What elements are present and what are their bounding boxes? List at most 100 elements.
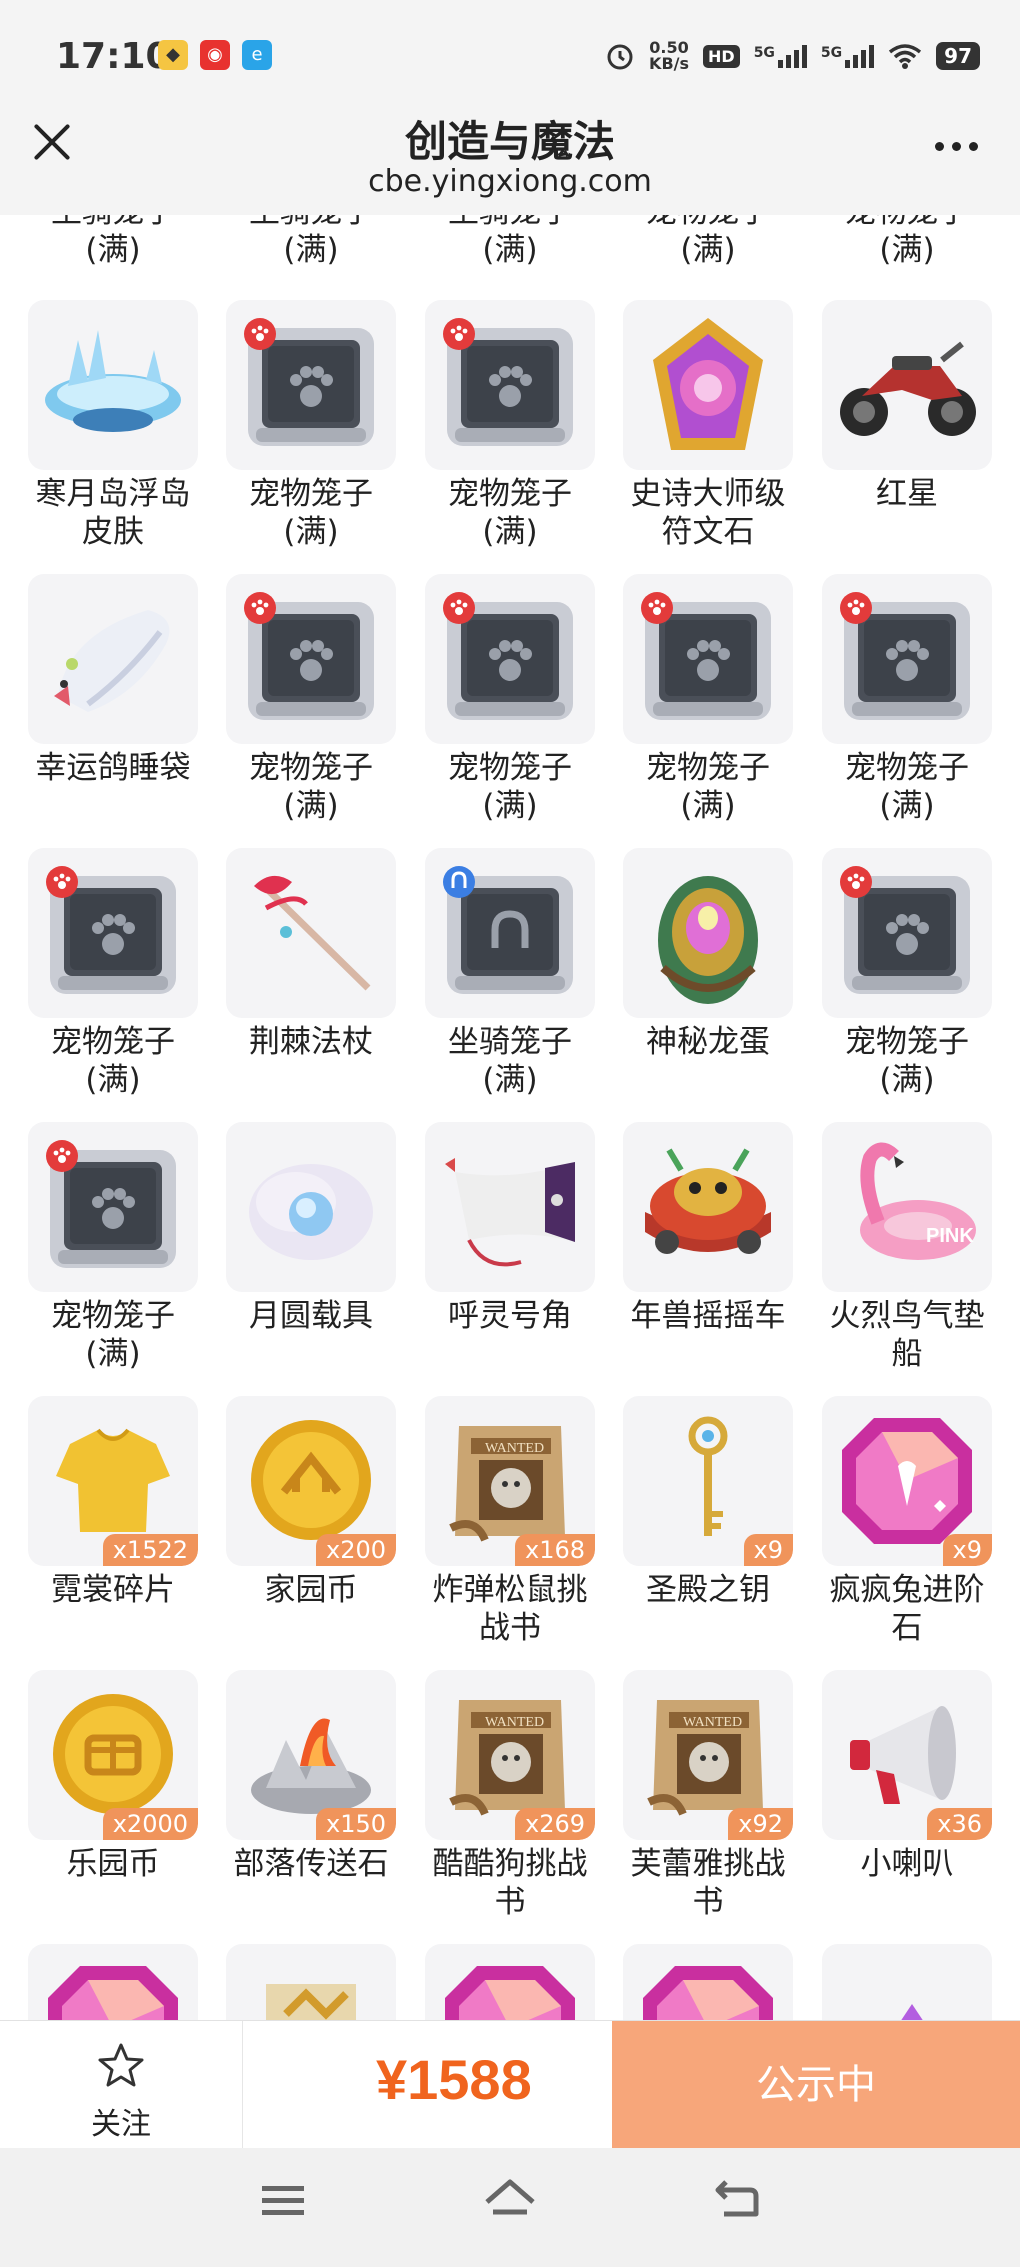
scroll-icon — [266, 1984, 356, 2020]
item-label-line: (满) — [283, 232, 339, 268]
item-label: 酷酷狗挑战书 — [410, 1845, 610, 1921]
item-label: 坐骑笼子(满) — [410, 1023, 610, 1099]
item-label-line: 宠物笼子 — [51, 1298, 175, 1334]
pet-cage-icon — [641, 592, 771, 720]
item-label-line: (满) — [879, 232, 935, 268]
item-label: 炸弹松鼠挑 战书 — [410, 1571, 610, 1647]
item-tile[interactable] — [623, 848, 793, 1018]
item-tile[interactable] — [28, 848, 198, 1018]
speed-unit: KB/s — [649, 54, 690, 73]
item-label-line: (满) — [283, 788, 339, 824]
sim2-label: 5G — [820, 44, 843, 61]
back-icon[interactable] — [712, 2176, 762, 2226]
item-label-line: 小喇叭 — [860, 1846, 954, 1882]
item-tile[interactable] — [822, 300, 992, 470]
item-label-line: 坐骑笼子 — [410, 215, 610, 231]
follow-label: 关注 — [91, 2107, 151, 2142]
mount-cage-icon — [443, 866, 573, 994]
more-options-button[interactable] — [935, 142, 978, 151]
pet-cage-icon — [244, 592, 374, 720]
item-grid-scroll[interactable]: 坐骑笼子(满)坐骑笼子(满)坐骑笼子(满)宠物笼子(满)宠物笼子(满)寒月岛浮岛… — [0, 215, 1020, 2020]
item-label: 乐园币 — [13, 1845, 213, 1883]
item-tile[interactable] — [28, 300, 198, 470]
item-tile[interactable] — [425, 1122, 595, 1292]
item-label: 呼灵号角 — [410, 1297, 610, 1335]
item-label-line: 宠物笼子 — [807, 215, 1007, 231]
item-tile[interactable]: x150 — [226, 1670, 396, 1840]
item-tile[interactable]: x9 — [623, 1396, 793, 1566]
item-label-line: 宠物笼子 — [51, 1024, 175, 1060]
item-label-line: (满) — [283, 514, 339, 550]
public-notice-button[interactable]: 公示中 — [612, 2021, 1020, 2149]
item-tile[interactable] — [226, 300, 396, 470]
item-tile[interactable] — [822, 848, 992, 1018]
page-url: cbe.yingxiong.com — [368, 164, 652, 199]
item-label-line: 家园币 — [264, 1572, 358, 1608]
item-tile[interactable]: WANTED x92 — [623, 1670, 793, 1840]
item-tile[interactable] — [226, 848, 396, 1018]
gem-stone-icon — [445, 1966, 575, 2020]
item-tile[interactable] — [226, 1944, 396, 2020]
rune-stone-icon — [653, 318, 763, 450]
item-label-line: 宠物笼子 — [845, 1024, 969, 1060]
item-label: 坐骑笼子(满) — [410, 215, 610, 269]
item-label-line: 炸弹松鼠挑 — [432, 1572, 588, 1608]
item-label-line: 部落传送石 — [233, 1846, 389, 1882]
quantity-badge: x2000 — [102, 1808, 198, 1840]
item-tile[interactable]: WANTED x269 — [425, 1670, 595, 1840]
item-tile[interactable] — [425, 848, 595, 1018]
follow-button[interactable]: 关注 — [0, 2021, 243, 2149]
item-tile[interactable]: x1522 — [28, 1396, 198, 1566]
item-tile[interactable]: WANTED x168 — [425, 1396, 595, 1566]
item-tile[interactable] — [822, 574, 992, 744]
quantity-badge: x36 — [927, 1808, 992, 1840]
item-label: 宠物笼子(满) — [410, 475, 610, 551]
item-tile[interactable]: x200 — [226, 1396, 396, 1566]
wifi-icon — [889, 44, 922, 69]
item-label-line: 坐骑笼子 — [211, 215, 411, 231]
pet-cage-icon — [443, 318, 573, 446]
item-label: 宠物笼子(满) — [608, 215, 808, 269]
pigeon-sleeping-bag-icon — [54, 610, 170, 712]
item-label: 红星 — [807, 475, 1007, 513]
item-label-line: 霓裳碎片 — [51, 1572, 175, 1608]
item-tile[interactable] — [623, 1122, 793, 1292]
item-tile[interactable] — [623, 1944, 793, 2020]
item-label-line: 酷酷狗挑战 — [432, 1846, 588, 1882]
item-tile[interactable] — [28, 1944, 198, 2020]
status-indicators: 0.50 KB/s HD 5G 5G 97 — [605, 34, 980, 78]
item-label: 荆棘法杖 — [211, 1023, 411, 1061]
item-label-line: 宠物笼子 — [608, 215, 808, 231]
item-tile[interactable] — [28, 574, 198, 744]
quantity-badge: x9 — [942, 1534, 992, 1566]
item-label-line: 神秘龙蛋 — [646, 1024, 770, 1060]
item-tile[interactable]: x2000 — [28, 1670, 198, 1840]
item-tile[interactable] — [425, 1944, 595, 2020]
item-tile[interactable]: x36 — [822, 1670, 992, 1840]
item-tile[interactable] — [226, 574, 396, 744]
quantity-badge: x200 — [315, 1534, 396, 1566]
item-label-line: 圣殿之钥 — [646, 1572, 770, 1608]
item-tile[interactable]: PINK — [822, 1122, 992, 1292]
action-bar: 关注 ¥1588 公示中 — [0, 2020, 1020, 2149]
home-icon[interactable] — [482, 2176, 538, 2226]
network-speed: 0.50 KB/s — [649, 40, 689, 72]
hd-badge: HD — [703, 44, 740, 68]
item-label-line: 火烈鸟气垫 — [829, 1298, 985, 1334]
item-tile[interactable] — [623, 300, 793, 470]
item-tile[interactable] — [425, 300, 595, 470]
svg-text:WANTED: WANTED — [485, 1715, 544, 1730]
notification-app-icon: ◆ — [158, 40, 188, 70]
item-tile[interactable] — [822, 1944, 992, 2020]
flamingo-float-icon: PINK — [860, 1142, 976, 1260]
thorn-staff-icon — [254, 875, 371, 991]
item-label-line: 幸运鸽睡袋 — [35, 750, 191, 786]
item-tile[interactable] — [28, 1122, 198, 1292]
item-tile[interactable] — [226, 1122, 396, 1292]
menu-icon[interactable] — [258, 2176, 308, 2226]
item-tile[interactable] — [623, 574, 793, 744]
pet-cage-icon — [840, 592, 970, 720]
item-tile[interactable]: x9 — [822, 1396, 992, 1566]
item-tile[interactable] — [425, 574, 595, 744]
item-label-line: 皮肤 — [82, 514, 144, 550]
